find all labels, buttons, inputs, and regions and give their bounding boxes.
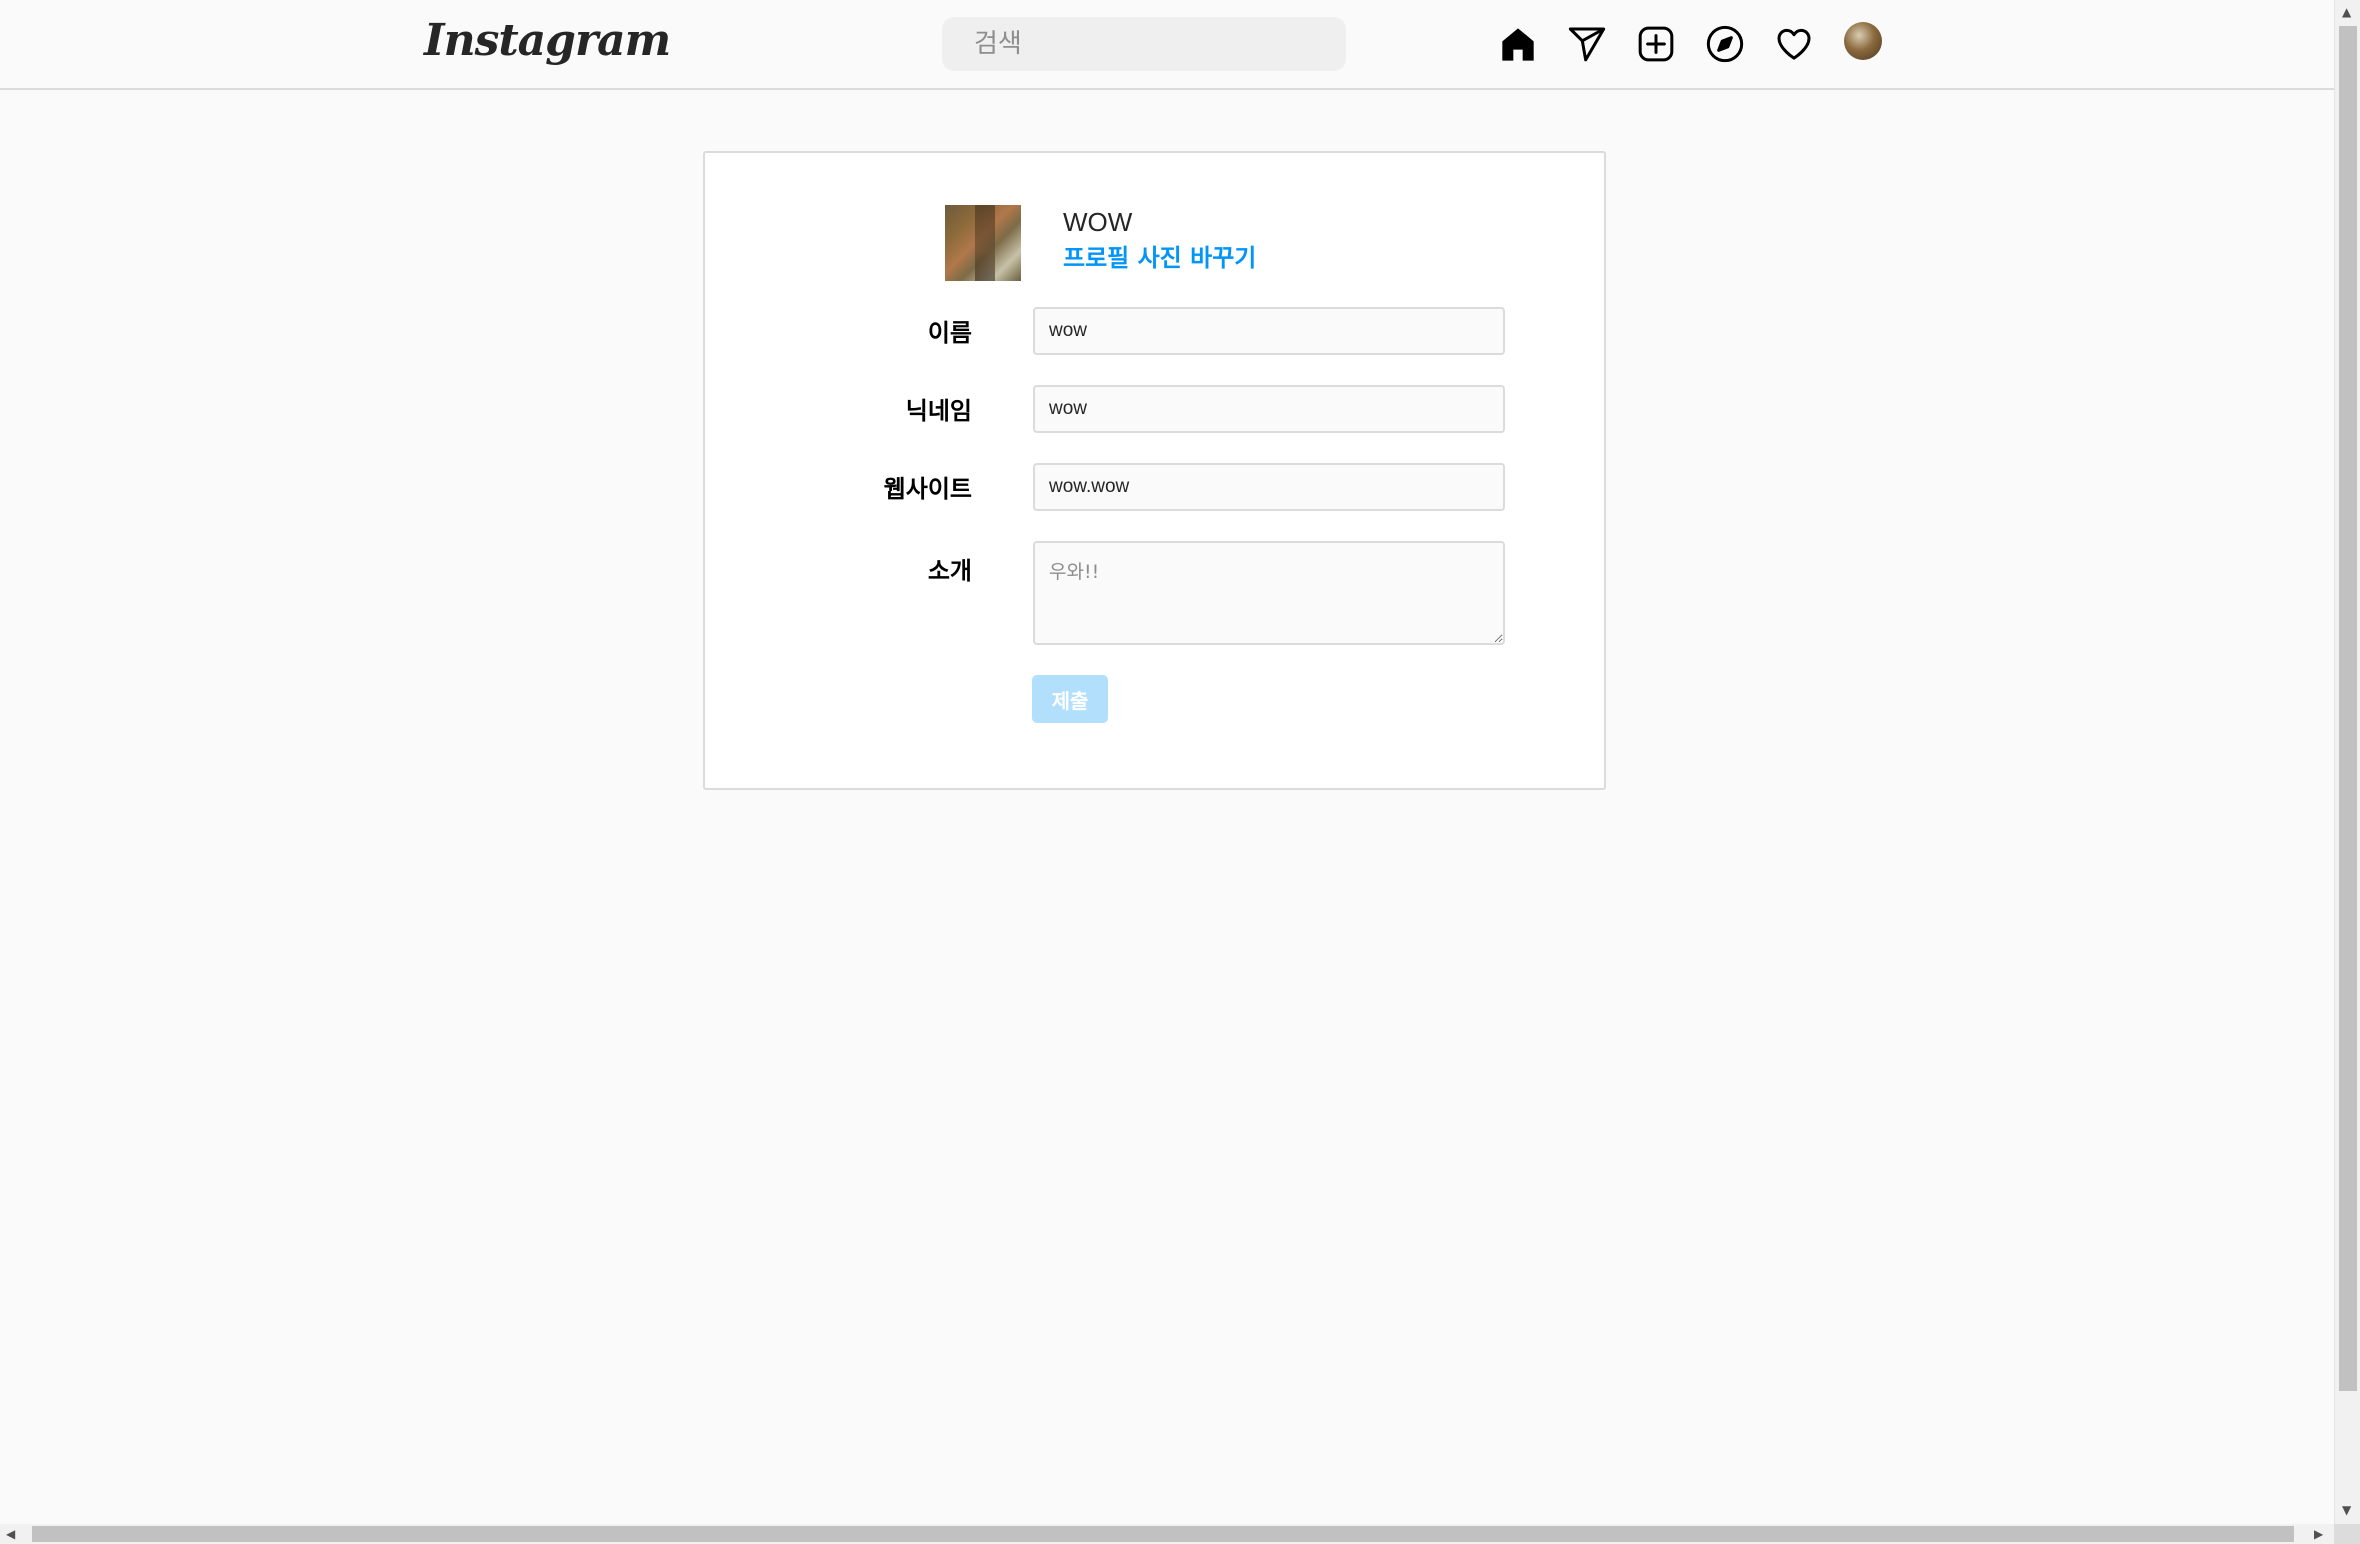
profile-photo (945, 205, 1021, 281)
scroll-down-arrow-icon[interactable]: ▼ (2342, 1504, 2351, 1516)
new-post-icon[interactable] (1636, 24, 1676, 64)
scrollbar-corner (2334, 1524, 2360, 1544)
scroll-left-arrow-icon[interactable]: ◀ (6, 1528, 15, 1540)
scroll-up-arrow-icon[interactable]: ▲ (2342, 6, 2351, 18)
horizontal-scrollbar[interactable]: ◀ ▶ (0, 1524, 2334, 1544)
activity-heart-icon[interactable] (1774, 24, 1814, 64)
horizontal-scrollbar-thumb[interactable] (32, 1526, 2294, 1542)
vertical-scrollbar[interactable]: ▲ ▼ (2334, 0, 2360, 1524)
bio-textarea[interactable]: 우와!! (1033, 541, 1505, 645)
profile-avatar[interactable] (1844, 22, 1882, 60)
home-icon[interactable] (1498, 24, 1538, 64)
explore-icon[interactable] (1705, 24, 1745, 64)
instagram-logo[interactable]: Instagram (424, 6, 671, 76)
nickname-field[interactable] (1033, 385, 1505, 433)
search-box[interactable] (942, 17, 1346, 71)
scroll-right-arrow-icon[interactable]: ▶ (2314, 1528, 2323, 1540)
website-field[interactable] (1033, 463, 1505, 511)
bio-label: 소개 (927, 557, 972, 585)
nickname-label: 닉네임 (905, 397, 972, 425)
profile-username: WOW (1063, 207, 1133, 237)
name-field[interactable] (1033, 307, 1505, 355)
change-profile-photo-link[interactable]: 프로필 사진 바꾸기 (1063, 241, 1256, 275)
submit-button[interactable]: 제출 (1032, 675, 1108, 723)
website-label: 웹사이트 (883, 475, 972, 503)
name-label: 이름 (927, 319, 972, 347)
top-navigation-bar: Instagram (0, 0, 2334, 90)
edit-profile-card: WOW 프로필 사진 바꾸기 이름 닉네임 웹사이트 소개 우와!! 제출 (703, 151, 1606, 790)
vertical-scrollbar-thumb[interactable] (2339, 26, 2357, 1391)
direct-message-icon[interactable] (1567, 24, 1607, 64)
search-input[interactable] (972, 28, 1346, 60)
